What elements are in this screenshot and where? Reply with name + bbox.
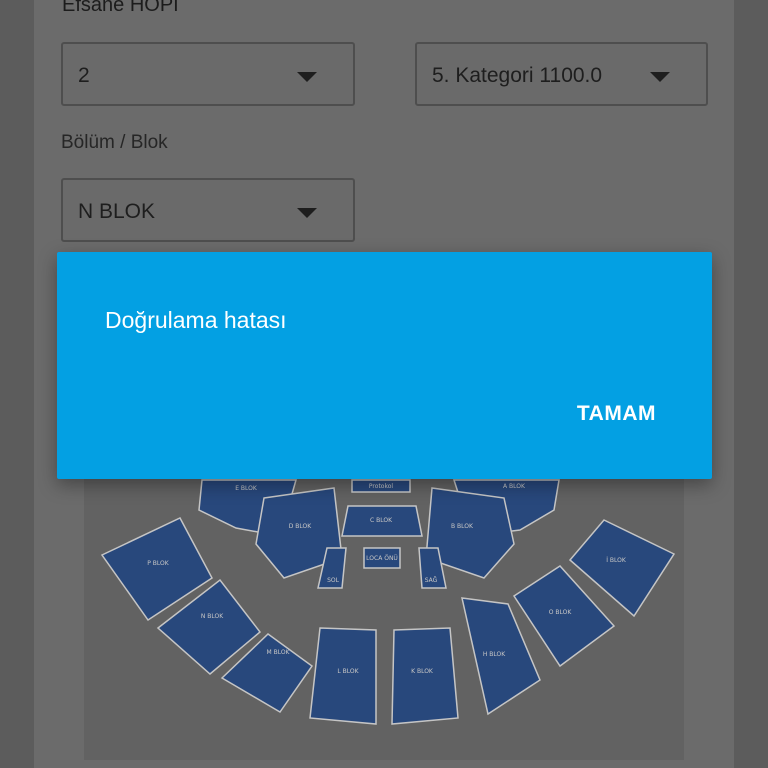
dialog-message: Doğrulama hatası <box>105 307 287 333</box>
quantity-select[interactable]: 2 <box>61 42 355 106</box>
category-value: 5. Kategori 1100.0 <box>432 64 603 87</box>
seat-map-graphic: E BLOK A BLOK Protokol D BLOK B BLOK C B… <box>100 479 676 725</box>
block-label: LOCA ÖNÜ <box>366 555 398 562</box>
block-label: O BLOK <box>549 609 573 616</box>
seat-block-k <box>391 627 459 725</box>
block-label: E BLOK <box>235 485 258 492</box>
block-label: B BLOK <box>451 523 474 530</box>
seat-block-l <box>309 627 377 725</box>
error-dialog: Doğrulama hatası TAMAM <box>57 252 712 479</box>
block-label: N BLOK <box>201 613 224 620</box>
category-select[interactable]: 5. Kategori 1100.0 <box>415 42 708 106</box>
block-label: SAĞ <box>425 577 438 584</box>
ok-button[interactable]: TAMAM <box>577 402 656 426</box>
block-label: C BLOK <box>370 517 393 524</box>
chevron-down-icon <box>297 208 317 218</box>
block-label: İ BLOK <box>606 557 627 564</box>
block-label: H BLOK <box>483 651 506 658</box>
event-title: Efsane HOPI <box>62 0 179 16</box>
block-label: P BLOK <box>147 560 169 567</box>
chevron-down-icon <box>297 72 317 82</box>
quantity-value: 2 <box>78 64 90 87</box>
block-label: L BLOK <box>337 668 359 675</box>
block-label: M BLOK <box>267 649 291 656</box>
section-value: N BLOK <box>78 200 156 223</box>
chevron-down-icon <box>650 72 670 82</box>
block-label: Protokol <box>369 483 393 490</box>
section-select[interactable]: N BLOK <box>61 178 355 242</box>
block-label: SOL <box>327 577 340 584</box>
seat-map: E BLOK A BLOK Protokol D BLOK B BLOK C B… <box>84 470 684 760</box>
block-label: A BLOK <box>503 483 526 490</box>
block-label: K BLOK <box>411 668 434 675</box>
section-label: Bölüm / Blok <box>61 132 168 153</box>
block-label: D BLOK <box>289 523 312 530</box>
